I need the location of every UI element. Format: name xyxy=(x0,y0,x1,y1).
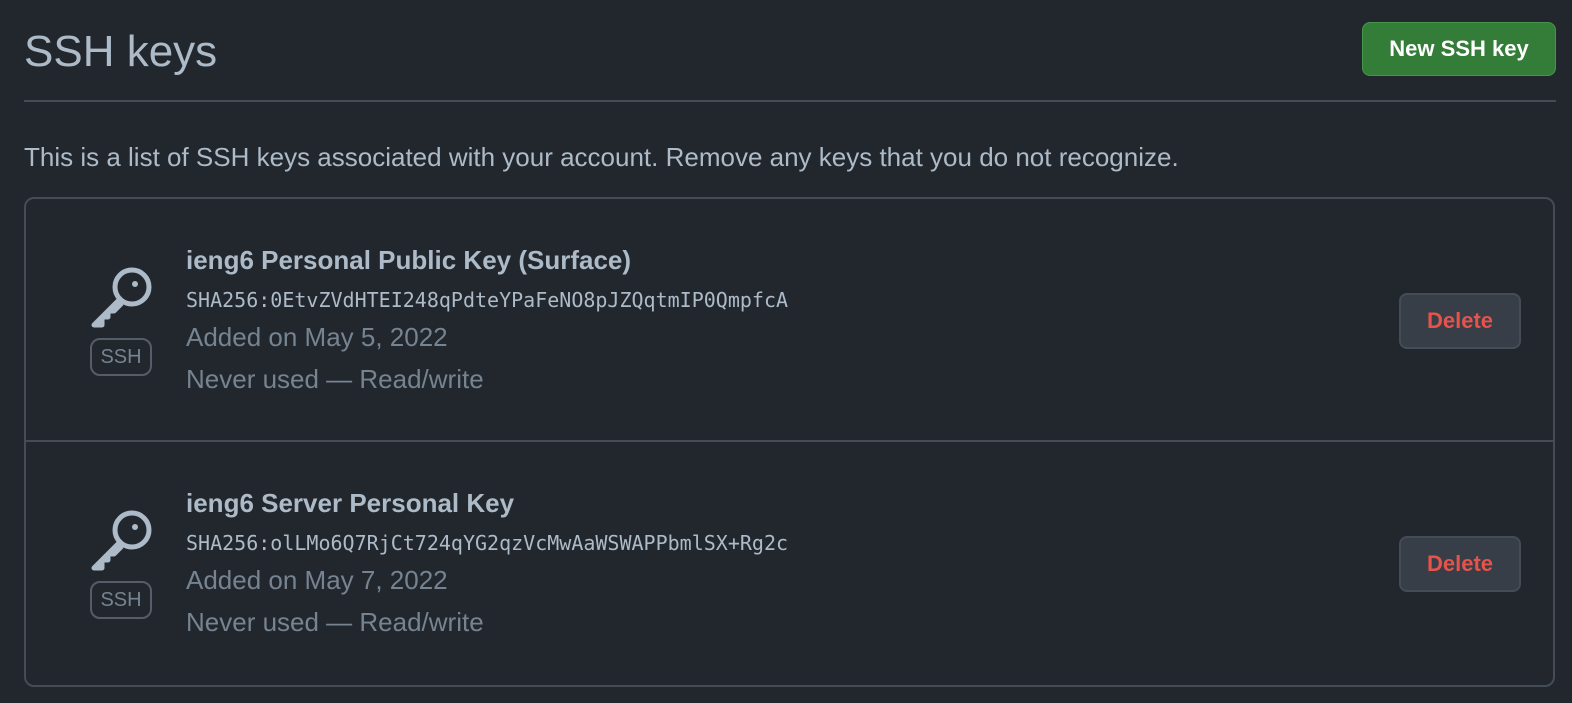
ssh-keys-list: SSH ieng6 Personal Public Key (Surface) … xyxy=(24,197,1555,687)
key-title: ieng6 Server Personal Key xyxy=(186,488,515,518)
key-details: ieng6 Personal Public Key (Surface) SHA2… xyxy=(186,243,788,397)
ssh-key-row: SSH ieng6 Server Personal Key SHA256:olL… xyxy=(26,442,1553,685)
new-ssh-key-button[interactable]: New SSH key xyxy=(1362,22,1556,76)
key-icon xyxy=(88,504,158,574)
ssh-badge: SSH xyxy=(90,581,152,619)
intro-text: This is a list of SSH keys associated wi… xyxy=(24,142,1179,172)
key-fingerprint: SHA256:olLMo6Q7RjCt724qYG2qzVcMwAaWSWAPP… xyxy=(186,531,789,555)
key-added-date: Added on May 7, 2022 xyxy=(186,565,448,595)
key-title: ieng6 Personal Public Key (Surface) xyxy=(186,245,632,275)
key-added-date: Added on May 5, 2022 xyxy=(186,322,448,352)
key-usage: Never used — Read/write xyxy=(186,364,484,394)
delete-key-button[interactable]: Delete xyxy=(1399,293,1521,349)
key-fingerprint: SHA256:0EtvZVdHTEI248qPdteYPaFeNO8pJZQqt… xyxy=(186,288,789,312)
delete-key-button[interactable]: Delete xyxy=(1399,536,1521,592)
page-header: SSH keys New SSH key xyxy=(24,0,1556,102)
ssh-keys-page: SSH keys New SSH key This is a list of S… xyxy=(0,0,1572,703)
key-icon xyxy=(88,261,158,331)
ssh-key-row: SSH ieng6 Personal Public Key (Surface) … xyxy=(26,199,1553,442)
page-title: SSH keys xyxy=(24,27,218,76)
key-details: ieng6 Server Personal Key SHA256:olLMo6Q… xyxy=(186,486,788,640)
key-usage: Never used — Read/write xyxy=(186,607,484,637)
ssh-badge: SSH xyxy=(90,338,152,376)
